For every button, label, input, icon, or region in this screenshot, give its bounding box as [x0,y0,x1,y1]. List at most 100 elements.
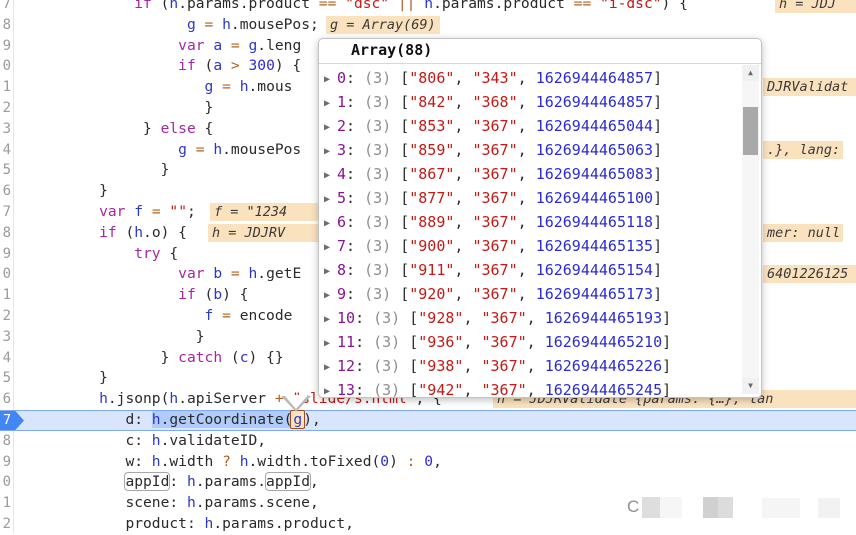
code-token: "i-dsc" [600,0,662,12]
array-entry[interactable]: ▶1: (3) ["842", "368", 1626944464857] [324,90,662,114]
punct: , [463,309,481,327]
expand-arrow-icon: ▶ [324,140,337,164]
popover-scrollbar[interactable]: ▲ ▼ [742,65,759,394]
line-number[interactable]: 2 [0,514,11,535]
entry-count: (3) [364,165,391,183]
entry-count: (3) [364,213,391,231]
line-number[interactable]: 1 [0,493,11,514]
line-number[interactable]: 1 [0,285,11,306]
line-number[interactable]: 0 [0,264,11,285]
code-token: .width.toFixed( [249,453,381,470]
entry-timestamp: 1626944464857 [536,93,653,111]
code-text: g = h.mousePos; [20,15,319,36]
line-number[interactable]: 9 [0,244,11,265]
code-token [213,16,222,33]
line-number[interactable]: 0 [0,56,11,77]
entry-x: "911" [409,261,454,279]
line-number[interactable]: 8 [0,223,11,244]
code-token: ( [152,0,170,12]
watermark-blur-box [762,498,800,518]
code-token: var [99,203,125,220]
punct: ] [653,189,662,207]
line-number[interactable]: 1 [0,77,11,98]
line-number[interactable]: 5 [0,160,11,181]
entry-x: "842" [409,93,454,111]
code-token: ( [196,286,214,303]
code-line: 7 if (h.params.product == "dsc" || h.par… [0,0,856,15]
line-number[interactable]: 2 [0,98,11,119]
array-entry[interactable]: ▶5: (3) ["877", "367", 1626944465100] [324,186,662,210]
array-entry[interactable]: ▶6: (3) ["889", "367", 1626944465118] [324,210,662,234]
indent [20,57,178,74]
scroll-up-icon[interactable]: ▲ [742,65,759,81]
code-token: .jsonp( [108,390,170,407]
code-token [231,78,240,95]
punct: : [346,117,364,135]
entry-timestamp: 1626944465118 [536,213,653,231]
scrollbar-thumb[interactable] [743,107,758,155]
array-entry[interactable]: ▶8: (3) ["911", "367", 1626944465154] [324,258,662,282]
line-number[interactable]: 7 [0,0,11,15]
array-entry[interactable]: ▶10: (3) ["928", "367", 1626944465193] [324,306,671,330]
entry-x: "889" [409,213,454,231]
punct: , [463,357,481,375]
array-entry[interactable]: ▶11: (3) ["936", "367", 1626944465210] [324,330,671,354]
punct: ] [653,141,662,159]
code-token [591,0,600,12]
entry-index: 9 [337,285,346,303]
line-number[interactable]: 2 [0,306,11,327]
code-token: , [310,473,319,490]
line-number[interactable]: 6 [0,389,11,410]
line-number[interactable]: 3 [0,327,11,348]
line-number[interactable]: 4 [0,140,11,161]
code-text: } [20,327,205,348]
line-number[interactable]: 8 [0,431,11,452]
expand-arrow-icon: ▶ [324,332,337,356]
code-text: scene: h.params.scene, [20,493,319,514]
line-number[interactable]: 9 [0,36,11,57]
array-entry[interactable]: ▶3: (3) ["859", "367", 1626944465063] [324,138,662,162]
array-entry[interactable]: ▶2: (3) ["853", "367", 1626944465044] [324,114,662,138]
line-number[interactable]: 3 [0,119,11,140]
code-token: .mousePos; [231,16,319,33]
entry-y: "367" [472,237,517,255]
code-token: h [249,265,258,282]
entry-timestamp: 1626944465044 [536,117,653,135]
inline-eval-annotation: mer: null [763,224,843,242]
punct: , [527,309,545,327]
array-entry[interactable]: ▶7: (3) ["900", "367", 1626944465135] [324,234,662,258]
line-number[interactable]: 4 [0,348,11,369]
punct: ] [653,237,662,255]
punct: ] [653,69,662,87]
punct: [ [391,117,409,135]
array-entry[interactable]: ▶0: (3) ["806", "343", 1626944464857] [324,66,662,90]
code-token: h [152,453,161,470]
indent [20,473,125,490]
scroll-down-icon[interactable]: ▼ [742,378,759,394]
code-token: == [574,0,592,12]
entry-y: "367" [482,333,527,351]
watermark-letter: C [627,497,639,517]
entry-x: "942" [418,381,463,397]
line-number[interactable]: 6 [0,181,11,202]
array-entry[interactable]: ▶4: (3) ["867", "367", 1626944465083] [324,162,662,186]
punct: [ [391,261,409,279]
array-entry[interactable]: ▶12: (3) ["938", "367", 1626944465226] [324,354,671,378]
watermark-blur-box [642,497,660,518]
expand-arrow-icon: ▶ [324,116,337,140]
line-number[interactable]: 8 [0,15,11,36]
line-number[interactable]: 0 [0,472,11,493]
line-number[interactable]: 9 [0,452,11,473]
entry-index: 8 [337,261,346,279]
indent [20,328,196,345]
punct: ] [662,357,671,375]
code-token: = [196,141,205,158]
code-token: f [205,307,214,324]
line-number[interactable]: 7 [0,202,11,223]
array-entry[interactable]: ▶9: (3) ["920", "367", 1626944465173] [324,282,662,306]
line-number[interactable]: 5 [0,368,11,389]
array-entry[interactable]: ▶13: (3) ["942", "367", 1626944465245] [324,378,671,397]
punct: : [346,69,364,87]
code-text: } [20,160,169,181]
entry-x: "877" [409,189,454,207]
